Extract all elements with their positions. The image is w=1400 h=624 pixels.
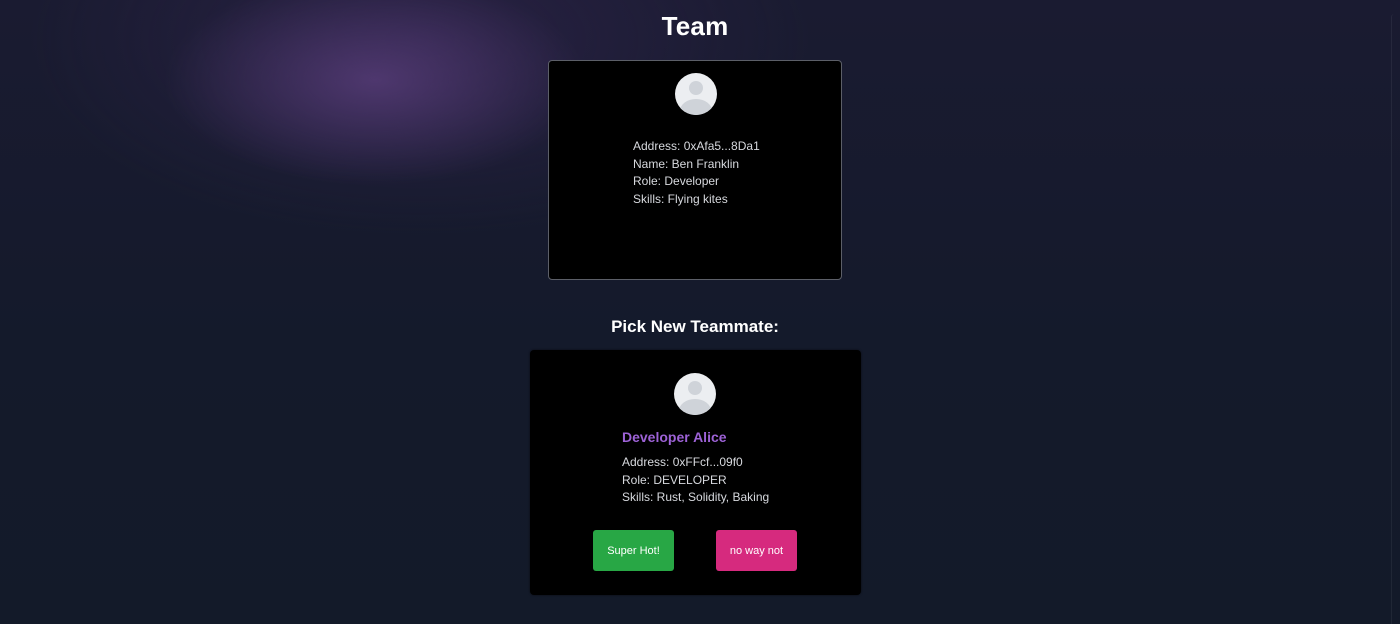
team-member-card: Address: 0xAfa5...8Da1 Name: Ben Frankli…	[548, 60, 842, 280]
member-info: Address: 0xAfa5...8Da1 Name: Ben Frankli…	[633, 138, 760, 208]
user-avatar-icon	[674, 373, 716, 415]
candidate-info: Address: 0xFFcf...09f0 Role: DEVELOPER S…	[622, 454, 769, 507]
member-role: Role: Developer	[633, 174, 720, 189]
member-name: Name: Ben Franklin	[633, 156, 740, 171]
member-address: Address: 0xAfa5...8Da1	[633, 139, 760, 153]
user-avatar-icon	[675, 73, 717, 115]
candidate-address: Address: 0xFFcf...09f0	[622, 455, 743, 469]
page-title: Team	[661, 11, 729, 41]
reject-button[interactable]: no way not	[716, 530, 797, 571]
accept-button[interactable]: Super Hot!	[593, 530, 674, 571]
candidate-skills: Skills: Rust, Solidity, Baking	[622, 490, 770, 505]
candidate-card: Developer Alice Address: 0xFFcf...09f0 R…	[530, 350, 861, 595]
candidate-role: Role: DEVELOPER	[622, 472, 727, 487]
scrollbar[interactable]	[1391, 14, 1398, 624]
member-skills: Skills: Flying kites	[633, 191, 728, 206]
candidate-name: Developer Alice	[622, 429, 727, 445]
pick-teammate-heading: Pick New Teammate:	[611, 317, 779, 336]
